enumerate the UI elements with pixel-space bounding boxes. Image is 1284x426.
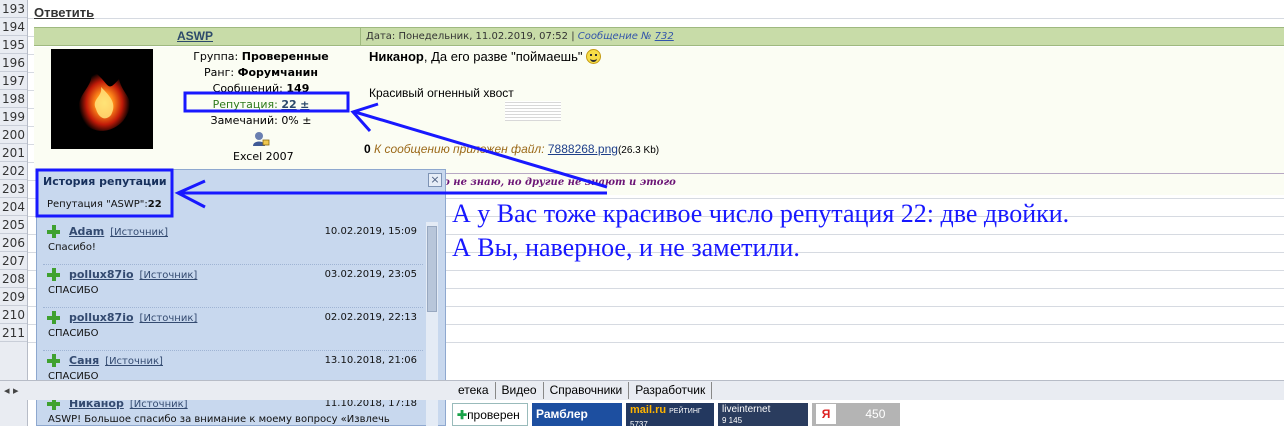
sheet-tab-bar: ◂ ▸ етека Видео Справочники Разработчик xyxy=(0,380,1284,400)
reputation-highlight-box xyxy=(183,91,350,113)
liveinternet-counter[interactable]: liveinternet 9 145 xyxy=(718,403,808,426)
annotation-line-1: А у Вас тоже красивое число репутация 22… xyxy=(452,199,1070,228)
yandex-logo: Я xyxy=(816,404,836,424)
popup-highlight-box xyxy=(35,168,174,218)
sheet-tab[interactable]: Разработчик xyxy=(629,382,713,399)
verified-counter[interactable]: ✚проверен xyxy=(452,403,528,426)
sheet-tabs: етека Видео Справочники Разработчик xyxy=(452,382,713,399)
sheet-nav-arrows[interactable]: ◂ ▸ xyxy=(4,384,19,397)
sheet-tab[interactable]: етека xyxy=(452,382,496,399)
yandex-counter[interactable]: Я 450 xyxy=(812,403,900,426)
rambler-counter[interactable]: Рамблер xyxy=(532,403,622,426)
sheet-tab[interactable]: Справочники xyxy=(544,382,630,399)
mailru-counter[interactable]: mail.ru РЕЙТИНГ 5737 xyxy=(626,403,714,426)
plus-icon: ✚ xyxy=(457,408,468,422)
sheet-tab[interactable]: Видео xyxy=(496,382,544,399)
arrow-to-reputation xyxy=(354,110,608,189)
annotation-line-2: А Вы, наверное, и не заметили. xyxy=(452,233,800,262)
